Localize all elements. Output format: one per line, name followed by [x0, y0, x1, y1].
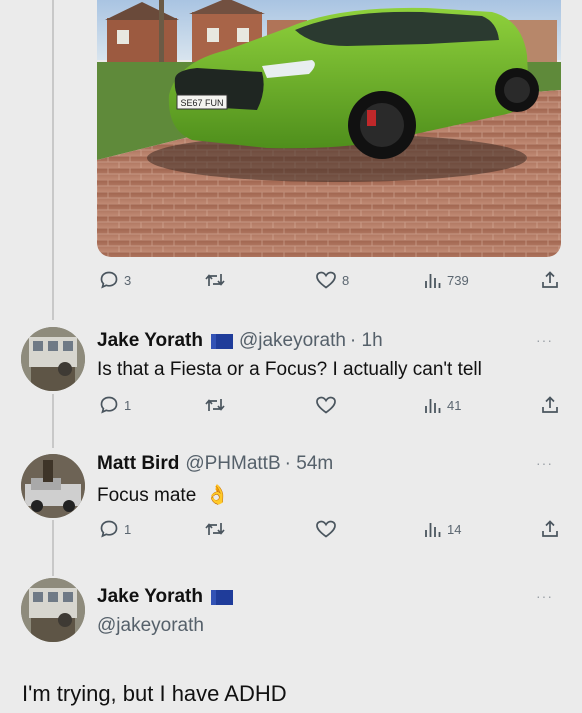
display-name[interactable]: Jake Yorath — [97, 586, 203, 608]
eu-flag-icon — [210, 589, 233, 605]
tweet-header: Matt Bird @PHMattB · 54m — [97, 453, 333, 475]
share-button[interactable] — [540, 395, 560, 415]
timestamp[interactable]: · 1h — [350, 330, 383, 352]
eu-flag-icon — [210, 333, 233, 349]
reply-count: 1 — [124, 521, 132, 537]
expanded-tweet-text: I'm trying, but I have ADHD — [22, 681, 287, 706]
like-count: 8 — [342, 272, 350, 288]
avatar[interactable] — [21, 327, 85, 391]
tweet-text: Focus mate 👌 — [97, 483, 229, 507]
display-name[interactable]: Matt Bird — [97, 453, 179, 475]
share-icon — [542, 271, 558, 288]
retweet-icon — [205, 399, 225, 411]
views-count: 41 — [447, 397, 462, 413]
reply-icon — [100, 396, 118, 414]
reply-button[interactable]: 3 — [99, 270, 131, 290]
tweet-header: Jake Yorath — [97, 586, 239, 608]
more-icon[interactable]: ··· — [536, 455, 553, 471]
reply-icon — [100, 520, 118, 538]
views-count: 739 — [447, 272, 469, 288]
like-icon — [316, 396, 336, 414]
more-icon[interactable]: ··· — [536, 332, 553, 348]
tweet-action-row: 1 41 — [0, 395, 582, 419]
handle[interactable]: @jakeyorath — [97, 615, 204, 637]
retweet-button[interactable] — [204, 395, 226, 415]
like-icon — [316, 271, 336, 289]
retweet-icon — [205, 274, 225, 286]
tweet-text-content: Focus mate — [97, 485, 197, 506]
tweet-header: Jake Yorath @jakeyorath · 1h — [97, 330, 383, 352]
reply-button[interactable]: 1 — [99, 395, 131, 415]
retweet-button[interactable] — [204, 519, 226, 539]
share-button[interactable] — [540, 519, 560, 539]
share-icon — [542, 520, 558, 537]
views-icon — [425, 523, 441, 537]
tweet-action-row: 1 14 — [0, 519, 582, 543]
avatar[interactable] — [21, 454, 85, 518]
like-button[interactable] — [315, 395, 337, 415]
avatar[interactable] — [21, 578, 85, 642]
views-button[interactable]: 739 — [424, 270, 469, 290]
views-count: 14 — [447, 521, 462, 537]
tweet-text: Is that a Fiesta or a Focus? I actually … — [97, 359, 482, 380]
handle[interactable]: @jakeyorath — [239, 330, 346, 352]
post-action-row: 3 8 739 — [0, 270, 582, 294]
reply-icon — [100, 271, 118, 289]
timestamp[interactable]: · 54m — [285, 453, 334, 475]
reply-count: 3 — [124, 272, 132, 288]
views-icon — [425, 399, 441, 413]
share-button[interactable] — [540, 270, 560, 290]
more-icon[interactable]: ··· — [536, 588, 553, 604]
retweet-button[interactable] — [204, 270, 226, 290]
handle[interactable]: @PHMattB — [185, 453, 280, 475]
license-plate: SE67 FUN — [180, 98, 223, 108]
share-icon — [542, 396, 558, 413]
views-button[interactable]: 14 — [424, 519, 461, 539]
retweet-icon — [205, 523, 225, 535]
display-name[interactable]: Jake Yorath — [97, 330, 203, 352]
reply-count: 1 — [124, 397, 132, 413]
like-button[interactable] — [315, 519, 337, 539]
ok-hand-emoji: 👌 — [205, 485, 230, 506]
like-button[interactable]: 8 — [315, 270, 349, 290]
car-photo[interactable]: SE67 FUN — [97, 0, 561, 257]
like-icon — [316, 520, 336, 538]
views-icon — [425, 274, 441, 288]
views-button[interactable]: 41 — [424, 395, 461, 415]
reply-button[interactable]: 1 — [99, 519, 131, 539]
